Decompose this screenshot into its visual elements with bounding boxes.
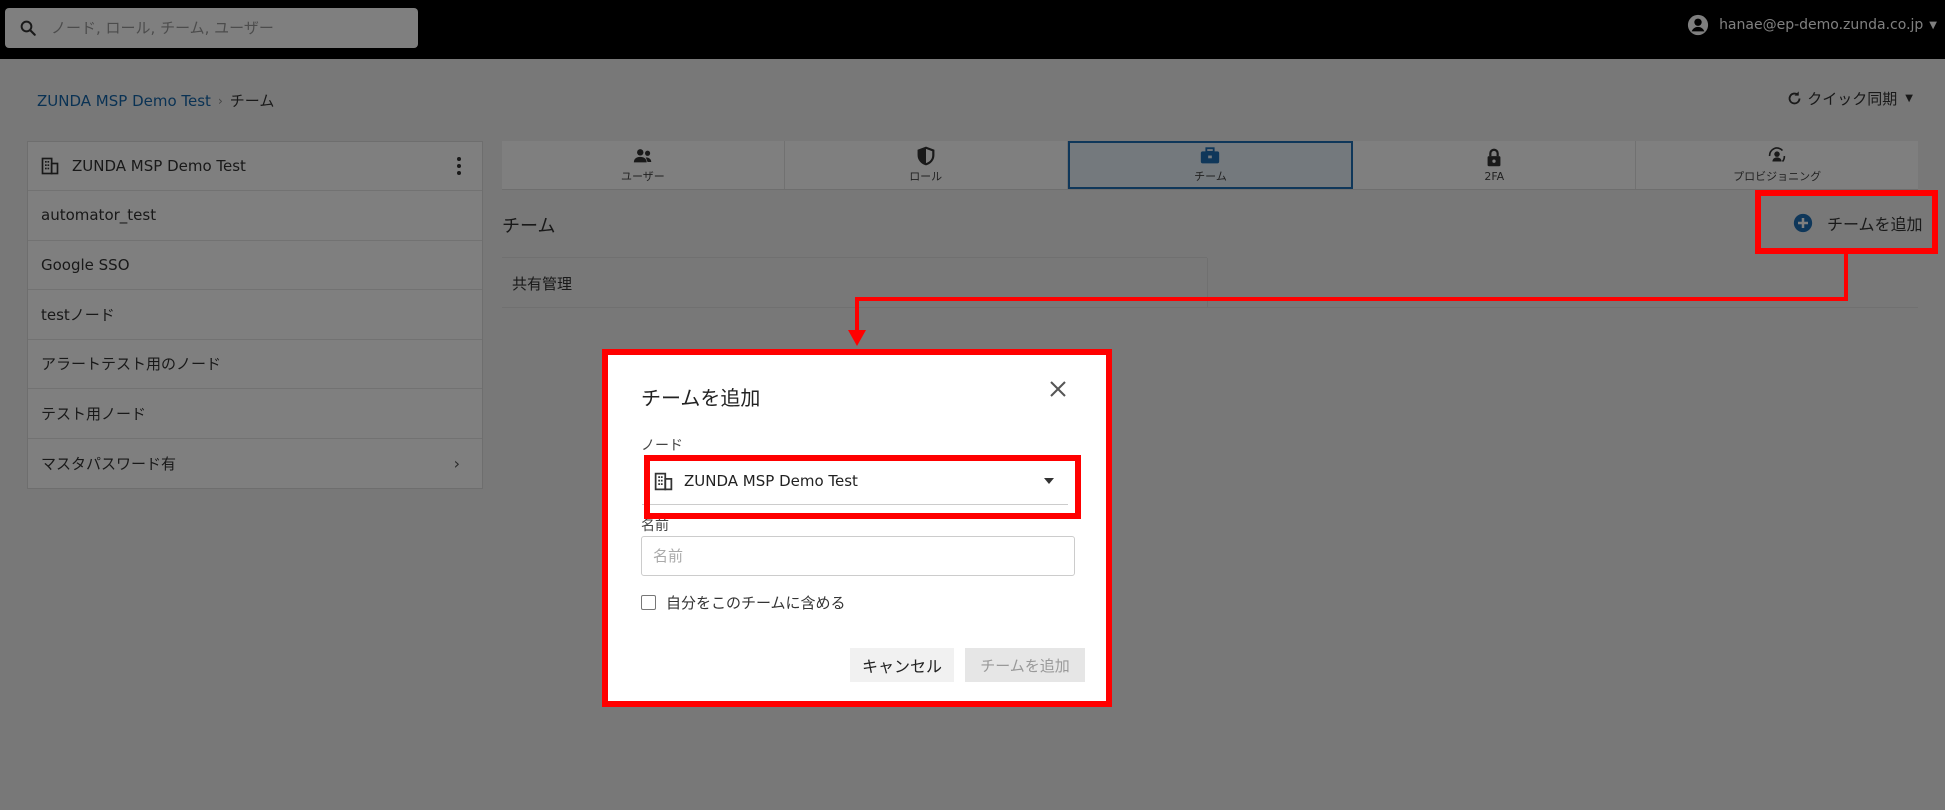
highlight-dialog — [602, 349, 1112, 707]
highlight-node-select — [644, 455, 1081, 519]
highlight-add-team-button — [1755, 190, 1938, 254]
